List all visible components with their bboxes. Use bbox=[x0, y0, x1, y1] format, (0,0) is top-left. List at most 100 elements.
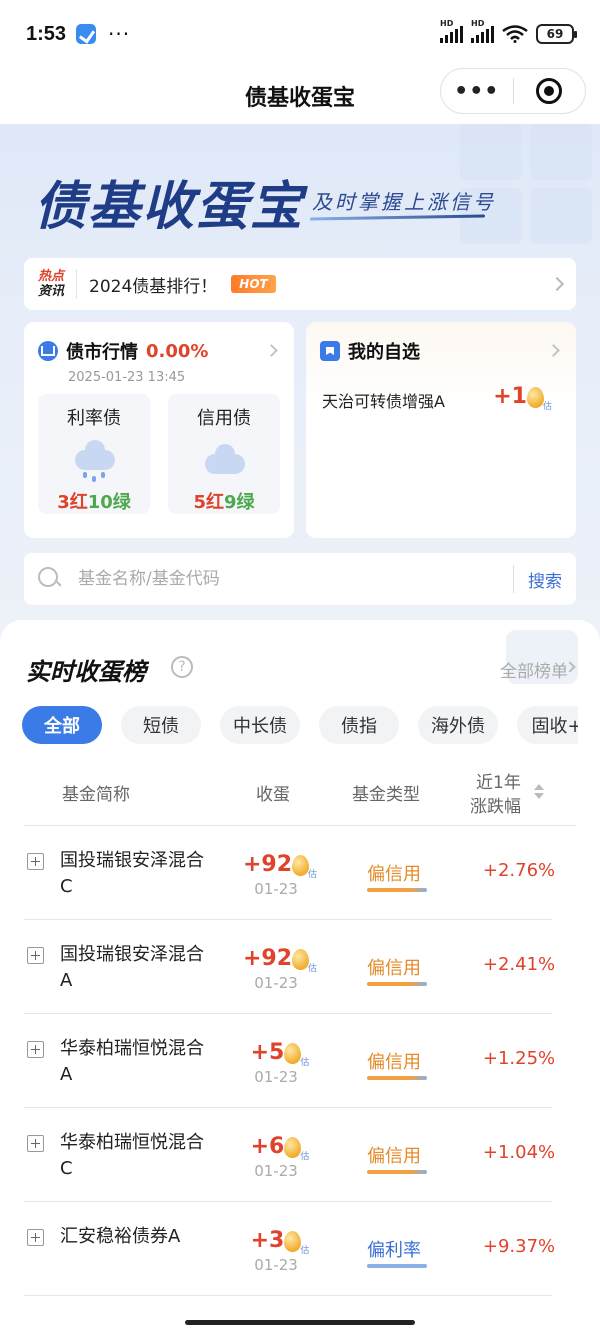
battery-icon: 69 bbox=[536, 24, 577, 44]
egg-icon: 估 bbox=[284, 1136, 309, 1162]
search-input[interactable] bbox=[78, 569, 513, 589]
search-button[interactable]: 搜索 bbox=[528, 567, 562, 592]
wifi-icon bbox=[502, 25, 528, 43]
chevron-right-icon bbox=[265, 344, 278, 357]
fund-name: 国投瑞银安泽混合A bbox=[60, 944, 204, 991]
expand-plus-icon[interactable] bbox=[27, 1135, 44, 1152]
card-title: 我的自选 bbox=[348, 342, 420, 363]
status-time: 1:53 bbox=[26, 22, 67, 45]
annual-change: +1.04% bbox=[482, 1142, 556, 1163]
annual-change: +1.25% bbox=[482, 1048, 556, 1069]
egg-date: 01-23 bbox=[254, 1162, 298, 1180]
fund-type: 偏信用 bbox=[367, 958, 421, 979]
section-title: 实时收蛋榜 bbox=[26, 658, 146, 686]
egg-icon: 估 bbox=[527, 386, 552, 412]
egg-icon: 估 bbox=[292, 948, 317, 974]
help-icon[interactable]: ? bbox=[171, 656, 193, 678]
more-menu-button[interactable]: ••• bbox=[441, 79, 513, 104]
fund-type: 偏利率 bbox=[367, 1240, 421, 1261]
status-more-dots: ··· bbox=[108, 22, 131, 46]
hot-badge: HOT bbox=[231, 275, 276, 293]
fund-name: 汇安稳裕债券A bbox=[60, 1226, 181, 1247]
expand-plus-icon[interactable] bbox=[27, 947, 44, 964]
credit-bond-label: 信用债 bbox=[197, 408, 251, 429]
column-eggs: 收蛋 bbox=[256, 785, 290, 805]
fund-type-underline bbox=[367, 1076, 427, 1080]
my-favorites-card[interactable]: 我的自选 天治可转债增强A +1 估 bbox=[306, 322, 576, 538]
fund-type-underline bbox=[367, 1170, 427, 1174]
favorite-egg-value: +1 估 bbox=[493, 384, 552, 412]
table-row[interactable]: 华泰柏瑞恒悦混合A +5 估 01-23 偏信用 +1.25% bbox=[24, 1014, 555, 1108]
expand-plus-icon[interactable] bbox=[27, 1229, 44, 1246]
table-row[interactable]: 汇安稳裕债券A +3 估 01-23 偏利率 +9.37% bbox=[24, 1202, 555, 1296]
expand-plus-icon[interactable] bbox=[27, 853, 44, 870]
table-row[interactable]: 国投瑞银安泽混合A +92 估 01-23 偏信用 +2.41% bbox=[24, 920, 555, 1014]
home-indicator bbox=[185, 1320, 415, 1325]
tab-mid-long-bond[interactable]: 中长债 bbox=[220, 706, 300, 744]
egg-value: +92 估 bbox=[242, 946, 318, 974]
category-tabs: 全部 短债 中长债 债指 海外债 固收+ bbox=[22, 706, 578, 744]
column-name: 基金简称 bbox=[62, 785, 130, 805]
tab-all[interactable]: 全部 bbox=[22, 706, 102, 744]
rain-cloud-icon bbox=[73, 440, 115, 482]
tab-overseas-bond[interactable]: 海外债 bbox=[418, 706, 498, 744]
egg-date: 01-23 bbox=[254, 880, 298, 898]
fund-type-underline bbox=[367, 982, 427, 986]
close-mini-program-button[interactable] bbox=[514, 78, 586, 104]
fund-type: 偏信用 bbox=[367, 864, 421, 885]
tab-short-bond[interactable]: 短债 bbox=[121, 706, 201, 744]
bookmark-icon bbox=[320, 341, 340, 361]
credit-bond-box[interactable]: 信用债 5红9绿 bbox=[168, 394, 280, 514]
tab-bond-index[interactable]: 债指 bbox=[319, 706, 399, 744]
egg-value: +92 估 bbox=[242, 852, 318, 880]
title-bar: 债基收蛋宝 ••• bbox=[0, 68, 600, 124]
app-notification-icon bbox=[76, 24, 97, 44]
egg-value: +6 估 bbox=[250, 1134, 310, 1162]
annual-change: +2.76% bbox=[482, 860, 556, 881]
fund-name: 国投瑞银安泽混合C bbox=[60, 850, 204, 897]
cloud-icon bbox=[203, 444, 245, 474]
bond-market-card[interactable]: 债市行情 0.00% 2025-01-23 13:45 利率债 3红10绿 信用… bbox=[24, 322, 294, 538]
rate-bond-label: 利率债 bbox=[67, 408, 121, 429]
search-bar: 搜索 bbox=[24, 553, 576, 605]
status-icons: HD HD 69 bbox=[440, 19, 577, 44]
rate-red-count: 3红 bbox=[57, 492, 88, 513]
egg-icon: 估 bbox=[284, 1230, 309, 1256]
annual-change: +9.37% bbox=[482, 1236, 556, 1257]
chevron-right-icon bbox=[547, 344, 560, 357]
column-change-line1[interactable]: 近1年 bbox=[476, 768, 521, 793]
fund-name: 华泰柏瑞恒悦混合C bbox=[60, 1132, 204, 1179]
egg-value: +3 估 bbox=[250, 1228, 310, 1256]
signal-icon: HD bbox=[471, 19, 494, 43]
fund-type-underline bbox=[367, 1264, 427, 1268]
signal-icon: HD bbox=[440, 19, 463, 43]
market-change: 0.00% bbox=[146, 340, 209, 362]
page-title: 债基收蛋宝 bbox=[244, 86, 355, 111]
all-rankings-link[interactable]: 全部榜单 bbox=[500, 657, 568, 682]
egg-date: 01-23 bbox=[254, 1256, 298, 1274]
table-row[interactable]: 国投瑞银安泽混合C +92 估 01-23 偏信用 +2.76% bbox=[24, 826, 555, 920]
search-icon bbox=[38, 567, 62, 591]
egg-date: 01-23 bbox=[254, 1068, 298, 1086]
fund-type: 偏信用 bbox=[367, 1146, 421, 1167]
brand-slogan: 及时掌握上涨信号 bbox=[312, 190, 496, 214]
ranking-panel: 实时收蛋榜 ? 全部榜单 全部 短债 中长债 债指 海外债 固收+ 基金简称 收… bbox=[0, 620, 600, 1335]
column-change-line2[interactable]: 涨跌幅 bbox=[470, 792, 521, 817]
annual-change: +2.41% bbox=[482, 954, 556, 975]
mini-program-capsule: ••• bbox=[440, 68, 586, 114]
table-row[interactable]: 华泰柏瑞恒悦混合C +6 估 01-23 偏信用 +1.04% bbox=[24, 1108, 555, 1202]
tab-fixed-income-plus[interactable]: 固收+ bbox=[517, 706, 578, 744]
egg-value: +5 估 bbox=[250, 1040, 310, 1068]
egg-date: 01-23 bbox=[254, 974, 298, 992]
fund-name: 华泰柏瑞恒悦混合A bbox=[60, 1038, 204, 1085]
credit-green-count: 9绿 bbox=[224, 492, 255, 513]
hot-news-bar[interactable]: 热点 资讯 2024债基排行！ HOT bbox=[24, 258, 576, 310]
rate-bond-box[interactable]: 利率债 3红10绿 bbox=[38, 394, 150, 514]
hot-news-tag: 热点 资讯 bbox=[38, 269, 65, 299]
expand-plus-icon[interactable] bbox=[27, 1041, 44, 1058]
favorite-fund-name[interactable]: 天治可转债增强A bbox=[322, 388, 445, 412]
chevron-right-icon bbox=[549, 276, 565, 292]
fund-type: 偏信用 bbox=[367, 1052, 421, 1073]
status-bar: 1:53 ··· HD HD 69 bbox=[0, 0, 600, 68]
rate-green-count: 10绿 bbox=[87, 492, 131, 513]
